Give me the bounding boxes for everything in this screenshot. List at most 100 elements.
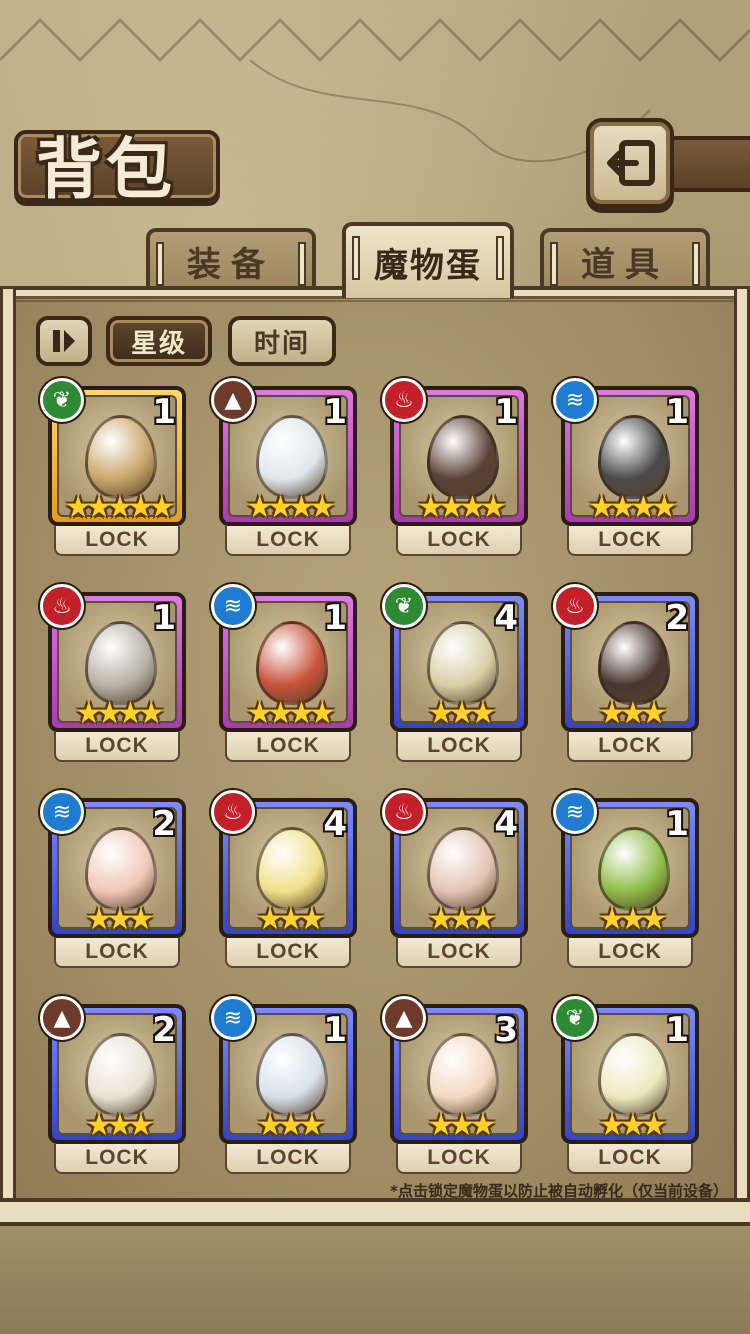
egg-count: 1 [152, 392, 176, 432]
tab-pillar-left [352, 236, 360, 280]
egg-image [256, 621, 328, 705]
egg-star-rating: ★★★★ [246, 696, 336, 731]
back-button-tail [668, 136, 750, 192]
lock-button[interactable]: LOCK [567, 938, 693, 968]
egg-count: 2 [152, 804, 176, 844]
lock-button[interactable]: LOCK [54, 732, 180, 762]
egg-count: 4 [494, 598, 518, 638]
egg-slot[interactable]: ▲ 2 ★★★ LOCK [40, 996, 186, 1180]
egg-star-rating: ★★★ [256, 902, 326, 937]
egg-count: 1 [323, 392, 347, 432]
wave-icon: ≋ [211, 584, 255, 628]
egg-image [256, 1033, 328, 1117]
egg-image [598, 621, 670, 705]
egg-count: 1 [665, 1010, 689, 1050]
egg-star-rating: ★★★ [85, 902, 155, 937]
egg-image [598, 1033, 670, 1117]
tab-pillar-right [692, 242, 700, 286]
egg-star-rating: ★★★★ [588, 490, 678, 525]
flame-icon: ♨ [40, 584, 84, 628]
egg-image [427, 827, 499, 911]
lock-button[interactable]: LOCK [567, 732, 693, 762]
egg-image [598, 415, 670, 499]
egg-slot[interactable]: ≋ 1 ★★★ LOCK [211, 996, 357, 1180]
egg-slot[interactable]: ❦ 4 ★★★ LOCK [382, 584, 528, 768]
wave-icon: ≋ [211, 996, 255, 1040]
egg-slot[interactable]: ≋ 1 ★★★ LOCK [553, 790, 699, 974]
lock-button[interactable]: LOCK [396, 1144, 522, 1174]
egg-star-rating: ★★★★ [246, 490, 336, 525]
back-button[interactable] [586, 118, 674, 208]
egg-count: 1 [152, 598, 176, 638]
back-arrow-icon [607, 140, 655, 186]
egg-image [85, 1033, 157, 1117]
flame-icon: ♨ [382, 790, 426, 834]
egg-star-rating: ★★★ [598, 696, 668, 731]
egg-star-rating: ★★★★★ [64, 490, 175, 525]
egg-slot[interactable]: ≋ 1 ★★★★ LOCK [211, 584, 357, 768]
egg-count: 3 [494, 1010, 518, 1050]
egg-star-rating: ★★★ [85, 1108, 155, 1143]
egg-count: 1 [323, 1010, 347, 1050]
lock-button[interactable]: LOCK [54, 526, 180, 556]
lock-button[interactable]: LOCK [396, 526, 522, 556]
lock-button[interactable]: LOCK [567, 526, 693, 556]
egg-slot[interactable]: ≋ 1 ★★★★ LOCK [553, 378, 699, 562]
sort-order-toggle[interactable] [36, 316, 92, 366]
tab-equipment[interactable]: 装备 [146, 228, 316, 290]
egg-image [256, 827, 328, 911]
egg-star-rating: ★★★ [427, 696, 497, 731]
egg-image [85, 415, 157, 499]
tab-monster-eggs[interactable]: 魔物蛋 [342, 222, 514, 298]
tab-pillar-right [298, 242, 306, 286]
lock-button[interactable]: LOCK [396, 938, 522, 968]
egg-star-rating: ★★★ [427, 902, 497, 937]
lock-button[interactable]: LOCK [396, 732, 522, 762]
egg-slot[interactable]: ❦ 1 ★★★ LOCK [553, 996, 699, 1180]
lock-button[interactable]: LOCK [54, 938, 180, 968]
egg-slot[interactable]: ♨ 4 ★★★ LOCK [382, 790, 528, 974]
lock-button[interactable]: LOCK [225, 526, 351, 556]
tab-items[interactable]: 道具 [540, 228, 710, 290]
egg-star-rating: ★★★★ [75, 696, 165, 731]
egg-image [427, 415, 499, 499]
lock-hint-text: *点击锁定魔物蛋以防止被自动孵化（仅当前设备） [390, 1182, 728, 1200]
egg-slot[interactable]: ▲ 3 ★★★ LOCK [382, 996, 528, 1180]
egg-count: 4 [494, 804, 518, 844]
sort-by-star-button[interactable]: 星级 [106, 316, 212, 366]
sort-order-icon [53, 330, 75, 352]
panel-bottom-bar [0, 1198, 750, 1226]
egg-slot[interactable]: ♨ 2 ★★★ LOCK [553, 584, 699, 768]
lock-button[interactable]: LOCK [225, 1144, 351, 1174]
lock-button[interactable]: LOCK [567, 1144, 693, 1174]
egg-count: 1 [665, 804, 689, 844]
egg-slot[interactable]: ❦ 1 ★★★★★ LOCK [40, 378, 186, 562]
lock-button[interactable]: LOCK [54, 1144, 180, 1174]
tab-equipment-label: 装备 [187, 244, 275, 285]
mountain-icon: ▲ [382, 996, 426, 1040]
lock-button[interactable]: LOCK [225, 938, 351, 968]
mountain-icon: ▲ [40, 996, 84, 1040]
egg-star-rating: ★★★ [427, 1108, 497, 1143]
wave-icon: ≋ [40, 790, 84, 834]
lock-button[interactable]: LOCK [225, 732, 351, 762]
egg-slot[interactable]: ♨ 1 ★★★★ LOCK [40, 584, 186, 768]
leaf-icon: ❦ [553, 996, 597, 1040]
egg-image [85, 827, 157, 911]
egg-slot[interactable]: ♨ 1 ★★★★ LOCK [382, 378, 528, 562]
egg-slot[interactable]: ≋ 2 ★★★ LOCK [40, 790, 186, 974]
tab-pillar-left [156, 242, 164, 286]
egg-count: 4 [323, 804, 347, 844]
egg-image [427, 621, 499, 705]
egg-slot[interactable]: ♨ 4 ★★★ LOCK [211, 790, 357, 974]
panel-rail-right [734, 286, 750, 1216]
egg-count: 1 [665, 392, 689, 432]
tab-monster-eggs-label: 魔物蛋 [374, 245, 482, 286]
bottom-map-strip [0, 1226, 750, 1334]
egg-image [85, 621, 157, 705]
egg-image [598, 827, 670, 911]
sort-by-time-button[interactable]: 时间 [228, 316, 336, 366]
egg-count: 2 [665, 598, 689, 638]
egg-slot[interactable]: ▲ 1 ★★★★ LOCK [211, 378, 357, 562]
wave-icon: ≋ [553, 378, 597, 422]
